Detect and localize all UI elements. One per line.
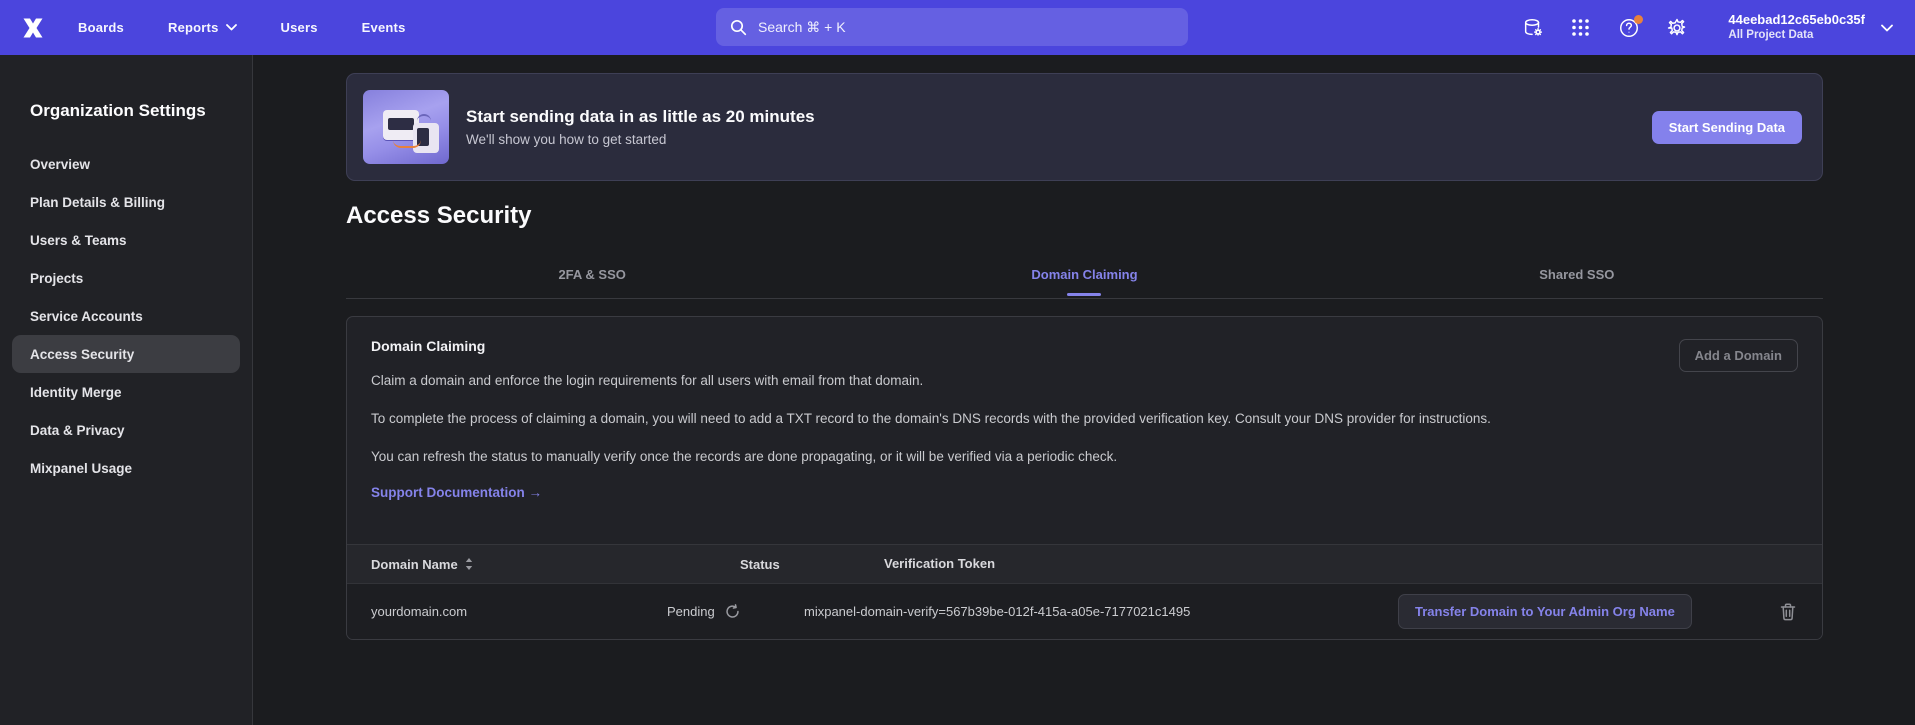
card-paragraph: To complete the process of claiming a do… xyxy=(371,409,1798,430)
delete-domain-trash-icon[interactable] xyxy=(1780,603,1796,621)
main-content: Start sending data in as little as 20 mi… xyxy=(253,55,1915,725)
search-input[interactable]: Search ⌘ + K xyxy=(716,8,1188,46)
column-header-verification-token: Verification Token xyxy=(884,556,995,571)
project-name: All Project Data xyxy=(1728,28,1865,42)
sidebar-item-overview[interactable]: Overview xyxy=(12,145,240,183)
start-sending-data-button[interactable]: Start Sending Data xyxy=(1652,111,1802,144)
onboarding-illustration xyxy=(363,90,449,164)
notification-badge xyxy=(1634,15,1643,24)
tab-shared-sso[interactable]: Shared SSO xyxy=(1331,267,1823,298)
nav-item-users[interactable]: Users xyxy=(281,20,318,35)
domain-claiming-card: Domain Claiming Add a Domain Claim a dom… xyxy=(346,316,1823,640)
org-id: 44eebad12c65eb0c35f xyxy=(1728,12,1865,28)
banner-subtitle: We'll show you how to get started xyxy=(466,132,815,147)
sidebar-item-access-security[interactable]: Access Security xyxy=(12,335,240,373)
chevron-down-icon xyxy=(226,24,237,31)
top-nav: Boards Reports Users Events Search ⌘ + K xyxy=(0,0,1915,55)
access-security-tabs: 2FA & SSO Domain Claiming Shared SSO xyxy=(346,267,1823,299)
nav-item-label: Boards xyxy=(78,20,124,35)
card-title: Domain Claiming xyxy=(371,338,1798,354)
transfer-domain-button[interactable]: Transfer Domain to Your Admin Org Name xyxy=(1398,594,1692,629)
sidebar-item-mixpanel-usage[interactable]: Mixpanel Usage xyxy=(12,449,240,487)
sidebar-nav: Overview Plan Details & Billing Users & … xyxy=(0,145,252,487)
nav-item-label: Reports xyxy=(168,20,219,35)
apps-grid-icon[interactable] xyxy=(1570,17,1592,39)
sidebar-item-users-teams[interactable]: Users & Teams xyxy=(12,221,240,259)
data-management-icon[interactable] xyxy=(1522,17,1544,39)
sidebar-title: Organization Settings xyxy=(0,101,252,121)
nav-item-label: Users xyxy=(281,20,318,35)
verification-token-cell: mixpanel-domain-verify=567b39be-012f-415… xyxy=(804,604,1190,619)
nav-item-boards[interactable]: Boards xyxy=(78,20,124,35)
table-header-row: Domain Name Status Verification Token xyxy=(347,545,1822,583)
table-row: yourdomain.com Pending xyxy=(347,583,1822,639)
status-cell: Pending xyxy=(667,604,715,619)
banner-title: Start sending data in as little as 20 mi… xyxy=(466,107,815,127)
sort-icon[interactable] xyxy=(465,558,473,570)
help-icon[interactable] xyxy=(1618,17,1640,39)
sidebar-item-projects[interactable]: Projects xyxy=(12,259,240,297)
page-title: Access Security xyxy=(346,202,1823,230)
card-paragraph: Claim a domain and enforce the login req… xyxy=(371,371,1798,392)
sidebar-item-plan-details-billing[interactable]: Plan Details & Billing xyxy=(12,183,240,221)
domains-table: Domain Name Status Verification Token xyxy=(347,544,1822,639)
column-header-status: Status xyxy=(740,557,780,572)
search-placeholder: Search ⌘ + K xyxy=(758,19,846,36)
chevron-down-icon xyxy=(1881,24,1893,32)
nav-utilities: 44eebad12c65eb0c35f All Project Data xyxy=(1522,12,1893,43)
mixpanel-logo-icon[interactable] xyxy=(16,13,50,43)
onboarding-banner: Start sending data in as little as 20 mi… xyxy=(346,73,1823,181)
card-paragraph: You can refresh the status to manually v… xyxy=(371,447,1798,468)
support-documentation-link[interactable]: Support Documentation → xyxy=(371,485,542,500)
sidebar-item-data-privacy[interactable]: Data & Privacy xyxy=(12,411,240,449)
tab-2fa-sso[interactable]: 2FA & SSO xyxy=(346,267,838,298)
column-header-domain-name: Domain Name xyxy=(371,557,458,572)
nav-item-label: Events xyxy=(362,20,406,35)
add-domain-button[interactable]: Add a Domain xyxy=(1679,339,1798,372)
search-icon xyxy=(730,19,747,36)
settings-gear-icon[interactable] xyxy=(1666,17,1688,39)
org-project-switcher[interactable]: 44eebad12c65eb0c35f All Project Data xyxy=(1728,12,1893,43)
settings-sidebar: Organization Settings Overview Plan Deta… xyxy=(0,55,253,725)
sidebar-item-identity-merge[interactable]: Identity Merge xyxy=(12,373,240,411)
refresh-status-icon[interactable] xyxy=(725,604,740,619)
tab-domain-claiming[interactable]: Domain Claiming xyxy=(838,267,1330,298)
sidebar-item-service-accounts[interactable]: Service Accounts xyxy=(12,297,240,335)
nav-item-events[interactable]: Events xyxy=(362,20,406,35)
domain-name-cell: yourdomain.com xyxy=(371,604,467,619)
primary-nav: Boards Reports Users Events xyxy=(78,20,406,35)
nav-item-reports[interactable]: Reports xyxy=(168,20,237,35)
